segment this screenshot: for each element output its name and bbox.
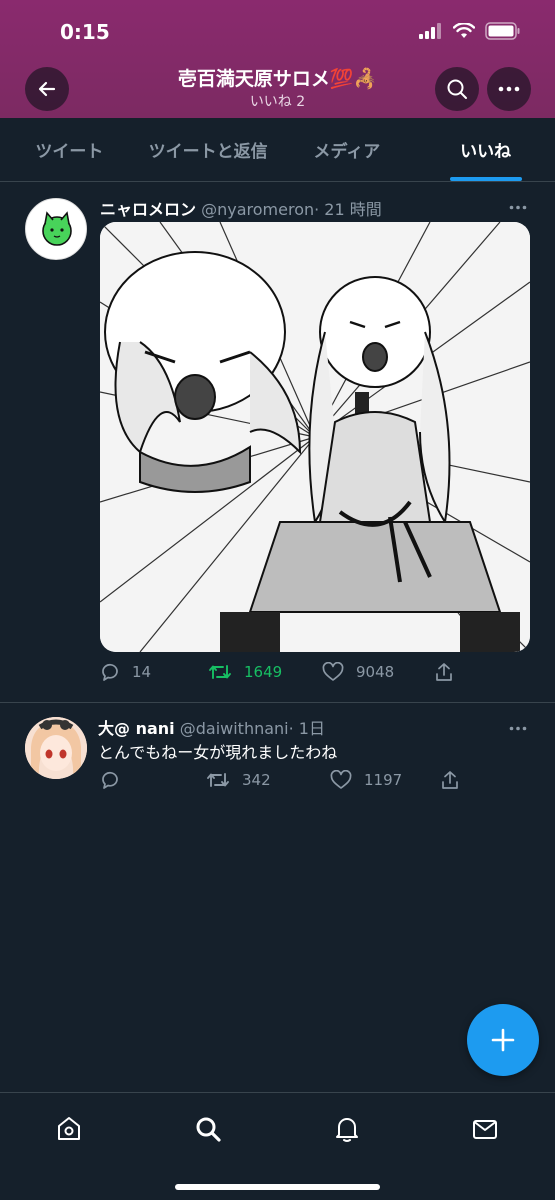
home-indicator: [175, 1184, 380, 1190]
tweet-actions: 14 1649 9048: [100, 662, 454, 682]
more-button[interactable]: [487, 67, 531, 111]
tab-tweets-and-replies[interactable]: ツイートと返信: [139, 118, 278, 181]
like-count: 1197: [364, 771, 403, 789]
share-button[interactable]: [440, 770, 460, 790]
tweet-media-image[interactable]: [100, 222, 530, 652]
tweet-header: ニャロメロン @nyaromeron· 21 時間: [100, 196, 382, 220]
wifi-icon: [453, 23, 475, 38]
like-button[interactable]: 1197: [330, 770, 440, 790]
tweet-time: · 21 時間: [314, 200, 382, 219]
tab-media[interactable]: メディア: [278, 118, 417, 181]
tweet-more-button[interactable]: [509, 194, 527, 215]
heart-icon: [322, 662, 344, 681]
more-icon: [509, 726, 527, 731]
retweet-icon: [209, 665, 231, 679]
avatar[interactable]: [25, 198, 87, 260]
anime-girl-avatar: [25, 717, 87, 779]
status-icons: [419, 22, 521, 40]
retweet-count: 1649: [244, 663, 283, 681]
author-name[interactable]: ニャロメロン: [100, 200, 196, 219]
share-button[interactable]: [434, 662, 454, 682]
nav-messages[interactable]: [469, 1113, 501, 1145]
search-icon: [196, 1117, 221, 1142]
reply-count: 14: [132, 663, 152, 681]
melon-cat-avatar: [42, 211, 72, 246]
retweet-icon: [207, 773, 229, 787]
retweet-count: 342: [242, 771, 271, 789]
tweet-time: · 1日: [288, 719, 325, 738]
avatar[interactable]: [25, 717, 87, 779]
author-handle[interactable]: @daiwithnani: [180, 719, 289, 738]
heart-icon: [330, 770, 352, 789]
nav-search[interactable]: [192, 1113, 224, 1145]
like-button[interactable]: 9048: [322, 662, 434, 682]
more-icon: [509, 205, 527, 210]
more-icon: [498, 86, 520, 92]
home-icon: [58, 1117, 80, 1140]
battery-icon: [485, 22, 520, 40]
like-count: 9048: [356, 663, 395, 681]
signal-icon: [419, 23, 441, 39]
search-icon: [447, 79, 467, 99]
tab-tweets[interactable]: ツイート: [0, 118, 139, 181]
tweet-more-button[interactable]: [509, 715, 527, 736]
author-handle[interactable]: @nyaromeron: [201, 200, 314, 219]
profile-tabs: ツイート ツイートと返信 メディア いいね: [0, 118, 555, 182]
reply-button[interactable]: 14: [100, 662, 208, 682]
share-icon: [436, 663, 452, 681]
status-time: 0:15: [60, 20, 110, 44]
mail-icon: [473, 1120, 497, 1139]
reply-icon: [102, 663, 118, 681]
tweet-actions: 342 1197: [100, 770, 460, 790]
tweet-item[interactable]: ニャロメロン @nyaromeron· 21 時間 14 1649 9048: [0, 182, 555, 702]
bell-icon: [336, 1118, 358, 1142]
retweet-button[interactable]: 1649: [208, 662, 322, 682]
search-button[interactable]: [435, 67, 479, 111]
tweet-header: 大@ nani @daiwithnani· 1日: [98, 715, 325, 739]
manga-illustration: [100, 222, 530, 652]
author-name[interactable]: 大@ nani: [98, 719, 175, 738]
retweet-button[interactable]: 342: [206, 770, 330, 790]
reply-icon: [102, 771, 118, 789]
share-icon: [442, 771, 458, 789]
nav-home[interactable]: [53, 1113, 85, 1145]
reply-button[interactable]: [100, 770, 206, 790]
tweet-text: とんでもねー女が現れましたわね: [98, 743, 338, 762]
profile-header: 0:15 壱百満天原サロメ💯🦂 いいね 2: [0, 0, 555, 118]
compose-tweet-button[interactable]: [467, 1004, 539, 1076]
nav-notifications[interactable]: [331, 1113, 363, 1145]
plus-icon: [491, 1028, 515, 1052]
tweet-item[interactable]: 大@ nani @daiwithnani· 1日 とんでもねー女が現れましたわね…: [0, 703, 555, 813]
tab-likes[interactable]: いいね: [416, 118, 555, 181]
